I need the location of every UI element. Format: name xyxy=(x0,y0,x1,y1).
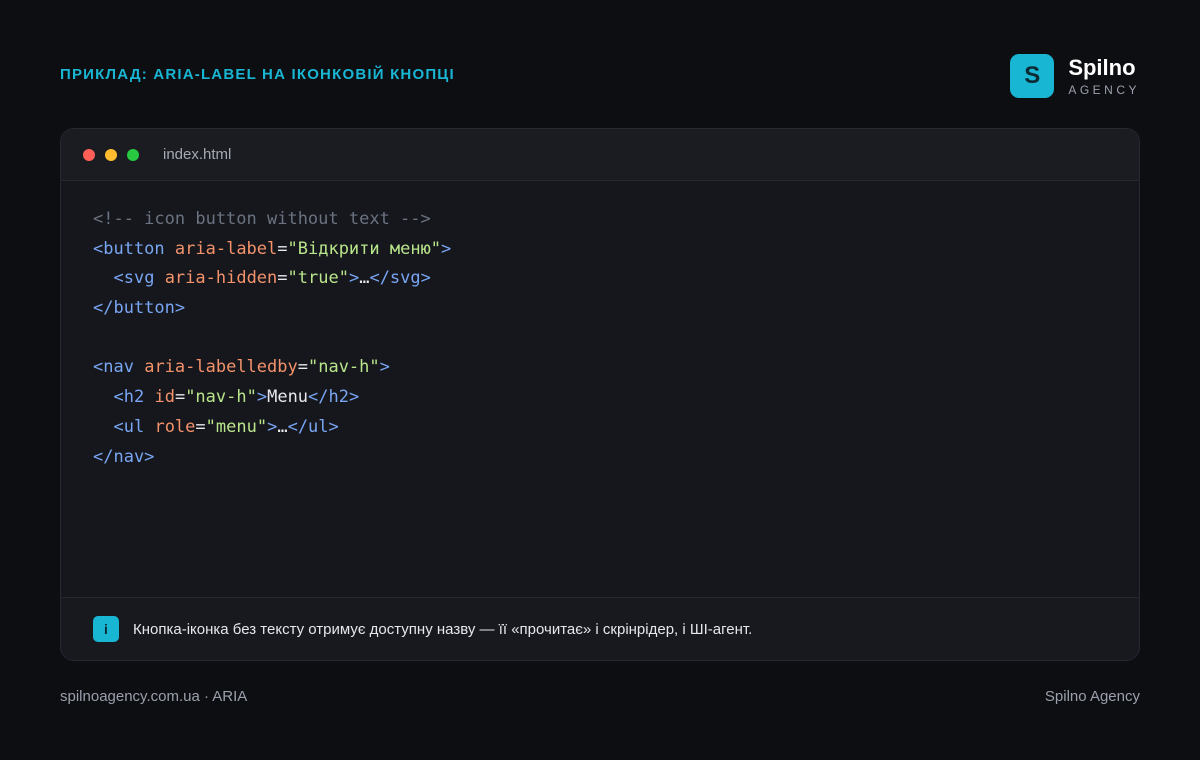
code-line: </button> xyxy=(93,294,451,324)
code-block: <!-- icon button without text --> <button… xyxy=(93,205,451,472)
code-token: <h2 xyxy=(113,387,145,408)
code-token: = xyxy=(277,238,288,259)
code-token: > xyxy=(379,357,390,378)
code-line: <ul role="menu">…</ul> xyxy=(93,413,451,443)
code-line: <nav aria-labelledby="nav-h"> xyxy=(93,353,451,383)
code-token: <button xyxy=(93,238,165,259)
code-token: aria-label xyxy=(174,238,278,259)
code-token: = xyxy=(174,387,186,408)
code-token: "nav-h" xyxy=(307,357,380,378)
code-token: > xyxy=(348,268,360,289)
code-token: </button> xyxy=(93,298,186,319)
code-token: </svg> xyxy=(369,268,431,289)
code-token: </h2> xyxy=(308,387,360,408)
code-token: role xyxy=(154,416,196,437)
code-line: <!-- icon button without text --> xyxy=(93,205,451,235)
brand-name: Spilno xyxy=(1068,54,1136,80)
code-token: = xyxy=(195,416,206,437)
code-token: > xyxy=(441,238,452,259)
code-token: <!-- icon button without text --> xyxy=(93,209,431,229)
footer-brand: Spilno Agency xyxy=(1044,688,1140,705)
code-token: <ul xyxy=(113,416,145,437)
brand-text: Spilno AGENCY xyxy=(1068,54,1140,97)
page-heading: Приклад: aria-label на іконковій кнопці xyxy=(60,66,455,83)
code-token: "nav-h" xyxy=(185,387,257,408)
code-token: > xyxy=(267,416,278,437)
info-text: Кнопка-іконка без тексту отримує доступн… xyxy=(133,620,753,638)
code-token: "Відкрити меню" xyxy=(287,238,442,259)
code-line: <h2 id="nav-h">Menu</h2> xyxy=(93,383,451,413)
window-filename: index.html xyxy=(163,146,232,163)
info-icon: i xyxy=(93,616,119,642)
code-window: index.html <!-- icon button without text… xyxy=(60,128,1140,661)
info-bar: i Кнопка-іконка без тексту отримує досту… xyxy=(61,597,1139,660)
code-token: <svg xyxy=(113,268,155,289)
code-token: id xyxy=(154,387,175,408)
code-line: <button aria-label="Відкрити меню"> xyxy=(93,235,451,265)
code-token: </ul> xyxy=(287,416,339,437)
code-token: aria-hidden xyxy=(164,268,278,289)
maximize-dot-icon[interactable] xyxy=(127,148,139,161)
code-token: "true" xyxy=(287,268,349,289)
code-token: Menu xyxy=(267,387,309,408)
brand-mark-icon: S xyxy=(1010,54,1055,98)
close-dot-icon[interactable] xyxy=(83,148,95,161)
code-token: <nav xyxy=(93,357,134,378)
code-line: <svg aria-hidden="true">…</svg> xyxy=(93,264,451,294)
minimize-dot-icon[interactable] xyxy=(105,148,117,161)
code-line: </nav> xyxy=(93,443,451,473)
code-token: </nav> xyxy=(93,446,155,467)
window-titlebar: index.html xyxy=(61,129,1139,181)
code-token: = xyxy=(277,268,288,289)
brand-subtitle: AGENCY xyxy=(1068,82,1140,97)
code-token: "menu" xyxy=(205,416,268,437)
code-token: … xyxy=(359,268,370,289)
code-token: = xyxy=(297,357,308,378)
code-token: aria-labelledby xyxy=(144,357,298,378)
footer-site-link[interactable]: spilnoagency.com.ua · ARIA xyxy=(60,688,247,705)
code-token: … xyxy=(277,416,288,437)
code-token: > xyxy=(256,387,268,408)
brand-logo: S Spilno AGENCY xyxy=(1010,54,1140,98)
